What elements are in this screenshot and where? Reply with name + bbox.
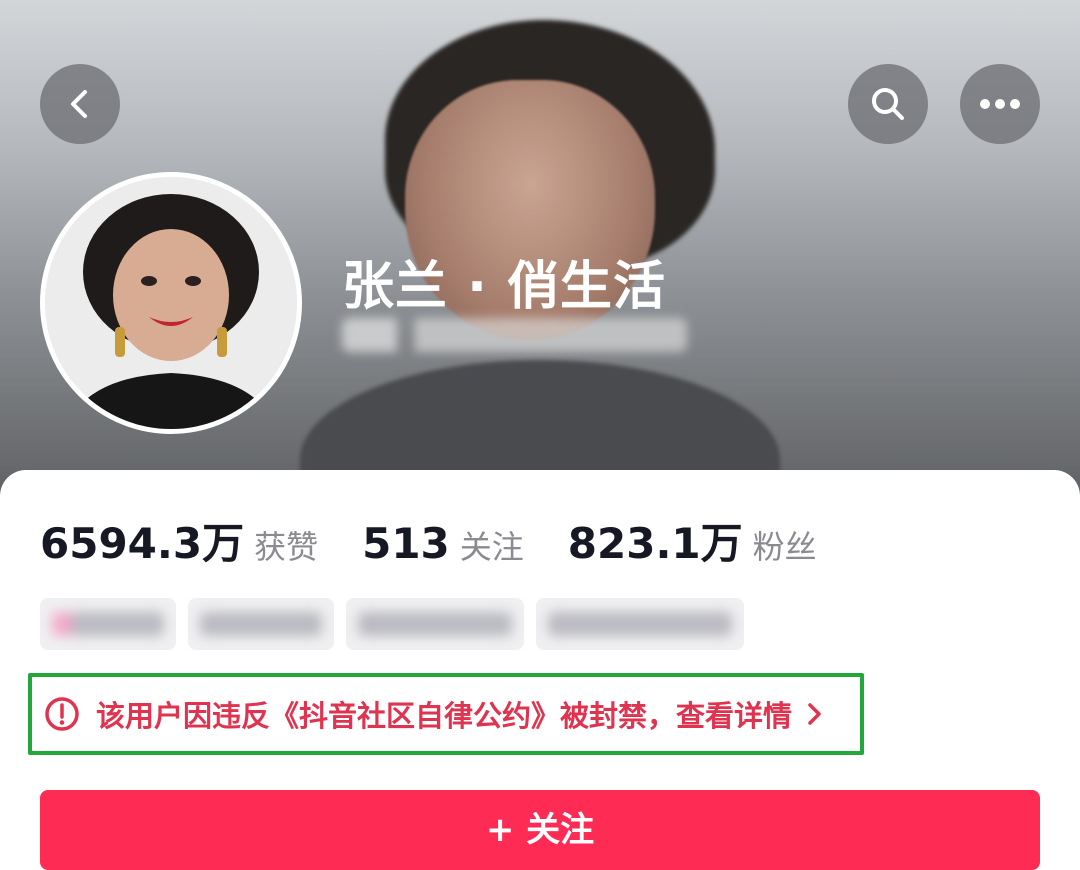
likes-label[interactable]: 获赞	[254, 522, 318, 568]
ban-notice-text[interactable]: 该用户因违反《抖音社区自律公约》被封禁，查看详情	[96, 693, 792, 735]
following-count: 513	[362, 519, 450, 568]
profile-tag-blurred	[536, 598, 744, 650]
more-button[interactable]	[960, 64, 1040, 144]
profile-tag-blurred	[188, 598, 334, 650]
stats-row: 6594.3万 获赞 513 关注 823.1万 粉丝	[40, 510, 861, 571]
chevron-right-icon	[808, 703, 821, 725]
back-button[interactable]	[40, 64, 120, 144]
more-dots-icon	[980, 99, 1020, 109]
follow-button[interactable]: + 关注	[40, 790, 1040, 870]
alert-circle-icon	[45, 697, 79, 731]
search-icon	[872, 88, 904, 120]
profile-name: 张兰 · 俏生活	[342, 257, 666, 317]
following-label[interactable]: 关注	[460, 522, 524, 568]
likes-count: 6594.3万	[40, 519, 245, 568]
followers-count: 823.1万	[567, 519, 743, 568]
person-avatar-icon	[45, 177, 297, 429]
followers-label[interactable]: 粉丝	[753, 522, 817, 568]
avatar[interactable]	[40, 172, 302, 434]
search-button[interactable]	[848, 64, 928, 144]
ban-notice[interactable]: 该用户因违反《抖音社区自律公约》被封禁，查看详情	[28, 673, 864, 755]
profile-tag-blurred	[346, 598, 524, 650]
chevron-left-icon	[71, 90, 87, 118]
profile-tags	[40, 598, 744, 650]
account-id-blurred	[342, 318, 687, 352]
profile-tag-blurred	[40, 598, 176, 650]
